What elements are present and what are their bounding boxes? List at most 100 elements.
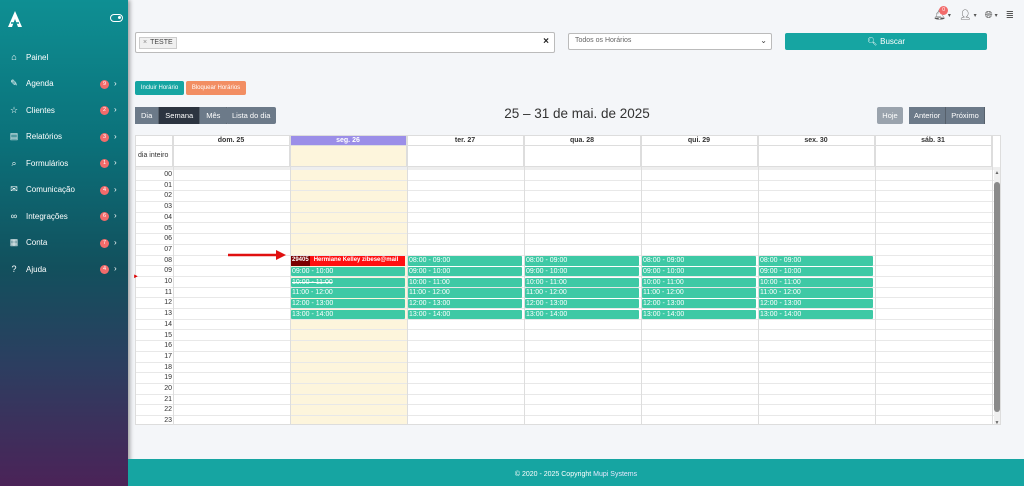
available-slot[interactable]: 09:00 - 10:00 bbox=[525, 266, 639, 277]
available-slot[interactable]: 08:00 - 09:00 bbox=[408, 256, 522, 266]
add-schedule-button[interactable]: Incluir Horário bbox=[135, 81, 184, 95]
calendar-title: 25 – 31 de mai. de 2025 bbox=[504, 106, 650, 121]
available-slot[interactable]: 08:00 - 09:00 bbox=[525, 256, 639, 266]
sidebar-item-ajuda[interactable]: ? Ajuda 4 › bbox=[0, 256, 128, 283]
all-day-cell[interactable] bbox=[290, 146, 407, 167]
available-slot[interactable]: 12:00 - 13:00 bbox=[642, 298, 756, 309]
sidebar: ⌂ Painel ✎ Agenda 9 › ☆ Clientes 2 › ▤ Relatórios 3 ›… bbox=[0, 0, 128, 486]
all-day-cell[interactable] bbox=[407, 146, 524, 167]
sidebar-item-painel[interactable]: ⌂ Painel bbox=[0, 44, 128, 71]
sidebar-toggle-icon[interactable] bbox=[110, 14, 123, 22]
all-day-cell[interactable] bbox=[641, 146, 758, 167]
available-slot[interactable]: 11:00 - 12:00 bbox=[525, 288, 639, 298]
booked-appointment[interactable]: 29405 Hermiane Kelley zibese@mail bbox=[291, 256, 405, 266]
sidebar-item-integracoes[interactable]: ∞ Integrações 6 › bbox=[0, 203, 128, 230]
hour-row[interactable]: 05 bbox=[136, 224, 996, 235]
available-slot[interactable]: 11:00 - 12:00 bbox=[642, 288, 756, 298]
view-semana-button[interactable]: Semana bbox=[159, 107, 201, 124]
hour-row[interactable]: 04 bbox=[136, 213, 996, 224]
footer-brand[interactable]: Mupi Systems bbox=[593, 471, 637, 478]
available-slot[interactable]: 10:00 - 11:00 bbox=[291, 277, 405, 287]
sidebar-badge: 3 bbox=[100, 132, 109, 142]
day-header[interactable]: sáb. 31 bbox=[875, 136, 992, 146]
hour-row[interactable]: 14 bbox=[136, 320, 996, 331]
hour-row[interactable]: 17 bbox=[136, 352, 996, 363]
available-slot[interactable]: 12:00 - 13:00 bbox=[408, 298, 522, 309]
available-slot[interactable]: 09:00 - 10:00 bbox=[759, 266, 873, 277]
view-dia-button[interactable]: Dia bbox=[135, 107, 160, 124]
sidebar-item-comunicacao[interactable]: ✉ Comunicação 4 › bbox=[0, 177, 128, 204]
scroll-down-icon[interactable]: ▼ bbox=[994, 420, 1000, 424]
available-slot[interactable]: 13:00 - 14:00 bbox=[408, 309, 522, 320]
today-button[interactable]: Hoje bbox=[877, 107, 903, 124]
hour-row[interactable]: 01 bbox=[136, 181, 996, 192]
calendar-scrollbar[interactable]: ▲ ▼ bbox=[994, 170, 1000, 424]
all-day-cell[interactable] bbox=[758, 146, 875, 167]
available-slot[interactable]: 09:00 - 10:00 bbox=[408, 266, 522, 277]
day-list-button[interactable]: Lista do dia bbox=[226, 107, 277, 124]
hour-row[interactable]: 21 bbox=[136, 395, 996, 406]
hour-row[interactable]: 23 bbox=[136, 416, 996, 424]
scroll-up-icon[interactable]: ▲ bbox=[994, 170, 1000, 176]
available-slot[interactable]: 13:00 - 14:00 bbox=[291, 309, 405, 320]
scroll-thumb[interactable] bbox=[994, 182, 1000, 412]
hour-row[interactable]: 15 bbox=[136, 331, 996, 342]
available-slot[interactable]: 12:00 - 13:00 bbox=[291, 298, 405, 309]
hour-row[interactable]: 22 bbox=[136, 405, 996, 417]
hour-row[interactable]: 18 bbox=[136, 363, 996, 374]
hour-row[interactable]: 02 bbox=[136, 191, 996, 203]
day-header[interactable]: qua. 28 bbox=[524, 136, 641, 146]
all-day-cell[interactable] bbox=[173, 146, 290, 167]
available-slot[interactable]: 10:00 - 11:00 bbox=[525, 277, 639, 287]
logo-icon[interactable] bbox=[8, 11, 22, 27]
sidebar-item-formularios[interactable]: ⌕ Formulários 1 › bbox=[0, 150, 128, 177]
hour-row[interactable]: 16 bbox=[136, 341, 996, 352]
available-slot[interactable]: 11:00 - 12:00 bbox=[408, 288, 522, 298]
day-header[interactable]: dom. 25 bbox=[173, 136, 290, 146]
sidebar-item-agenda[interactable]: ✎ Agenda 9 › bbox=[0, 71, 128, 98]
sidebar-item-relatorios[interactable]: ▤ Relatórios 3 › bbox=[0, 124, 128, 151]
available-slot[interactable]: 13:00 - 14:00 bbox=[759, 309, 873, 320]
available-slot[interactable]: 12:00 - 13:00 bbox=[525, 298, 639, 309]
hour-row[interactable]: 19 bbox=[136, 373, 996, 384]
client-search-input[interactable]: × TESTE × bbox=[135, 32, 555, 53]
hour-row[interactable]: 06 bbox=[136, 234, 996, 245]
view-mes-button[interactable]: Mês bbox=[200, 107, 228, 124]
available-slot[interactable]: 13:00 - 14:00 bbox=[642, 309, 756, 320]
available-slot[interactable]: 12:00 - 13:00 bbox=[759, 298, 873, 309]
available-slot[interactable]: 09:00 - 10:00 bbox=[642, 266, 756, 277]
hour-row[interactable]: 03 bbox=[136, 202, 996, 213]
menu-icon[interactable]: ≣ bbox=[1006, 10, 1014, 21]
available-slot[interactable]: 08:00 - 09:00 bbox=[759, 256, 873, 266]
hour-row[interactable]: 20 bbox=[136, 384, 996, 395]
all-day-cell[interactable] bbox=[524, 146, 641, 167]
globe-icon[interactable]: 🌐︎ ▾ bbox=[985, 10, 998, 21]
search-button[interactable]: 🔍︎ Buscar bbox=[785, 33, 987, 50]
available-slot[interactable]: 08:00 - 09:00 bbox=[642, 256, 756, 266]
day-header[interactable]: ter. 27 bbox=[407, 136, 524, 146]
remove-tag-icon[interactable]: × bbox=[143, 38, 147, 48]
available-slot[interactable]: 11:00 - 12:00 bbox=[291, 288, 405, 298]
day-header[interactable]: qui. 29 bbox=[641, 136, 758, 146]
schedule-filter-select[interactable]: Todos os Horários ⌄ bbox=[568, 33, 772, 50]
user-icon[interactable]: 👤︎ ▾ bbox=[959, 10, 977, 21]
available-slot[interactable]: 13:00 - 14:00 bbox=[525, 309, 639, 320]
hour-row[interactable]: 00 bbox=[136, 170, 996, 181]
clear-selection-icon[interactable]: × bbox=[543, 36, 549, 47]
footer-copyright: © 2020 - 2025 Copyright bbox=[514, 471, 592, 478]
available-slot[interactable]: 10:00 - 11:00 bbox=[408, 277, 522, 287]
day-header[interactable]: seg. 26 bbox=[290, 136, 407, 146]
sidebar-item-conta[interactable]: ▦ Conta 7 › bbox=[0, 230, 128, 257]
available-slot[interactable]: 10:00 - 11:00 bbox=[759, 277, 873, 287]
block-schedule-button[interactable]: Bloquear Horários bbox=[186, 81, 246, 95]
notifications-bell-icon[interactable]: 🔔︎ 0 ▾ bbox=[933, 5, 951, 21]
available-slot[interactable]: 09:00 - 10:00 bbox=[291, 266, 405, 277]
available-slot[interactable]: 11:00 - 12:00 bbox=[759, 288, 873, 298]
prev-button[interactable]: Anterior bbox=[909, 107, 947, 124]
sidebar-item-clientes[interactable]: ☆ Clientes 2 › bbox=[0, 97, 128, 124]
next-button[interactable]: Próximo bbox=[946, 107, 985, 124]
day-header[interactable]: sex. 30 bbox=[758, 136, 875, 146]
available-slot[interactable]: 10:00 - 11:00 bbox=[642, 277, 756, 287]
briefcase-icon: ▦ bbox=[9, 237, 19, 248]
all-day-cell[interactable] bbox=[875, 146, 992, 167]
